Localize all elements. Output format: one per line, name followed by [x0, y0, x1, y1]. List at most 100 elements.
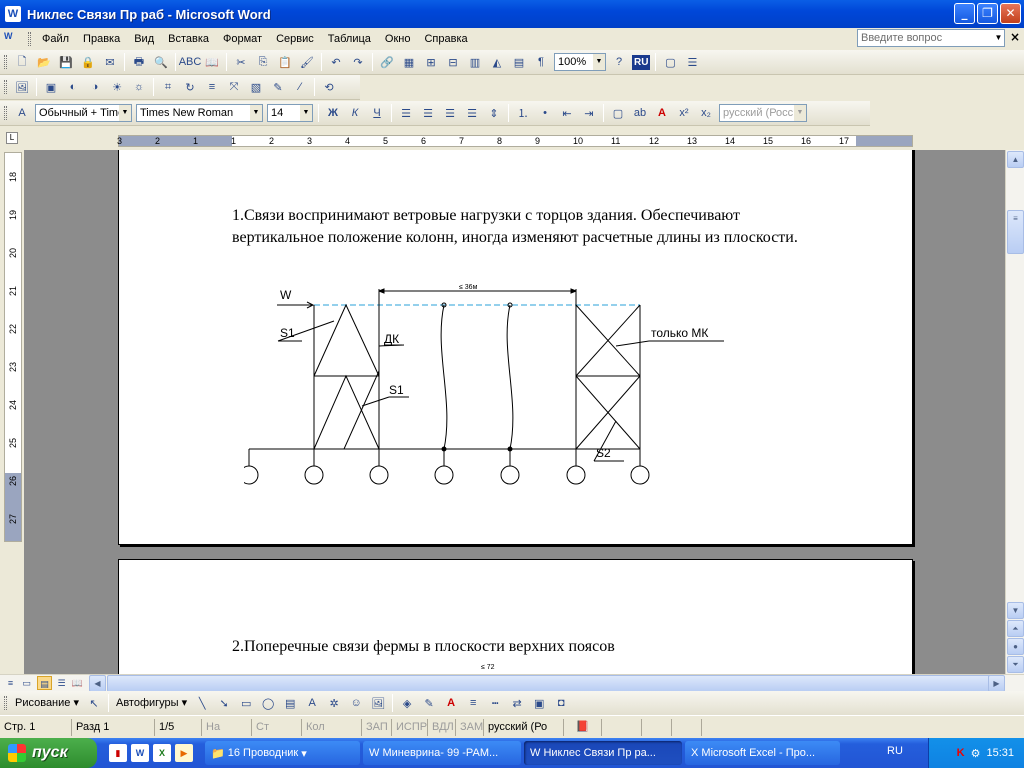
browse-object-icon[interactable]: ●: [1007, 638, 1024, 655]
language-indicator[interactable]: RU: [887, 745, 903, 757]
menu-window[interactable]: Окно: [378, 28, 418, 50]
subscript-icon[interactable]: x₂: [697, 104, 715, 122]
menu-insert[interactable]: Вставка: [161, 28, 216, 50]
insert-table-icon[interactable]: ⊞: [422, 53, 440, 71]
styles-pane-icon[interactable]: A: [13, 104, 31, 122]
crop-icon[interactable]: ⌗: [159, 78, 177, 96]
oval-icon[interactable]: ◯: [259, 694, 277, 712]
insert-picture-icon[interactable]: 🖼: [369, 694, 387, 712]
image-control-icon[interactable]: ▣: [42, 78, 60, 96]
line-style-icon[interactable]: ≡: [203, 78, 221, 96]
permission-icon[interactable]: 🔒: [79, 53, 97, 71]
bold-icon[interactable]: Ж: [324, 104, 342, 122]
status-ovr[interactable]: ЗАМ: [456, 718, 484, 736]
print-preview-icon[interactable]: 🔍: [152, 53, 170, 71]
font-color-icon[interactable]: A: [653, 104, 671, 122]
page-1[interactable]: 1.Связи воспринимают ветровые нагрузки с…: [118, 150, 913, 545]
scroll-thumb[interactable]: ≡: [1007, 210, 1024, 254]
decrease-indent-icon[interactable]: ⇤: [558, 104, 576, 122]
bracing-diagram[interactable]: W S1 ДК S1 ≤ 36м только МК S2: [244, 281, 764, 521]
grip-handle[interactable]: [4, 55, 7, 69]
task-excel[interactable]: X Microsoft Excel - Про...: [685, 741, 840, 765]
task-nikles[interactable]: W Никлес Связи Пр ра...: [524, 741, 682, 765]
outside-border-icon[interactable]: ▢: [609, 104, 627, 122]
cut-icon[interactable]: ✂: [232, 53, 250, 71]
superscript-icon[interactable]: x²: [675, 104, 693, 122]
paragraph-2[interactable]: 2.Поперечные связи фермы в плоскости вер…: [232, 636, 832, 658]
align-left-icon[interactable]: ☰: [397, 104, 415, 122]
zoom-select[interactable]: 100% ▼: [554, 53, 606, 71]
help-icon[interactable]: ?: [610, 53, 628, 71]
doc-icon[interactable]: W: [4, 31, 22, 47]
close-button[interactable]: ✕: [1000, 3, 1021, 24]
antivirus-icon[interactable]: K: [957, 747, 965, 759]
email-icon[interactable]: ✉: [101, 53, 119, 71]
format-picture-icon[interactable]: ✎: [269, 78, 287, 96]
font-select[interactable]: Times New Roman ▼: [136, 104, 263, 122]
ask-question-input[interactable]: Введите вопрос: [857, 29, 1005, 47]
reset-picture-icon[interactable]: ⟲: [320, 78, 338, 96]
new-document-icon[interactable]: 🗋: [13, 53, 31, 71]
hscroll-thumb[interactable]: [107, 675, 997, 692]
menu-file[interactable]: Файл: [35, 28, 76, 50]
grip-handle[interactable]: [28, 32, 31, 46]
borders-icon[interactable]: ▢: [661, 53, 679, 71]
quicklaunch-word-icon[interactable]: W: [131, 744, 149, 762]
status-language[interactable]: русский (Ро: [484, 718, 564, 736]
save-icon[interactable]: 💾: [57, 53, 75, 71]
clipart-icon[interactable]: ☺: [347, 694, 365, 712]
quicklaunch-media-icon[interactable]: ▶: [175, 744, 193, 762]
line-color-icon[interactable]: ✎: [420, 694, 438, 712]
hyperlink-icon[interactable]: 🔗: [378, 53, 396, 71]
rotate-icon[interactable]: ↻: [181, 78, 199, 96]
grip-handle[interactable]: [4, 696, 7, 710]
spelling-status-icon[interactable]: 📕: [564, 718, 602, 736]
increase-indent-icon[interactable]: ⇥: [580, 104, 598, 122]
line-icon[interactable]: ╲: [193, 694, 211, 712]
vertical-scrollbar[interactable]: ▲ ≡ ▼ ⏶ ● ⏷: [1005, 150, 1024, 674]
print-view-icon[interactable]: ▤: [37, 676, 52, 690]
rectangle-icon[interactable]: ▭: [237, 694, 255, 712]
set-transparent-icon[interactable]: ⁄: [291, 78, 309, 96]
show-hide-icon[interactable]: ¶: [532, 53, 550, 71]
insert-excel-icon[interactable]: ⊟: [444, 53, 462, 71]
font-size-select[interactable]: 14 ▼: [267, 104, 313, 122]
document-area[interactable]: 1.Связи воспринимают ветровые нагрузки с…: [24, 150, 1005, 674]
text-wrap-icon[interactable]: ▧: [247, 78, 265, 96]
columns-icon[interactable]: ▥: [466, 53, 484, 71]
chevron-down-icon[interactable]: ▼: [300, 105, 312, 121]
language-select[interactable]: русский (Росс ▼: [719, 104, 807, 122]
horizontal-scrollbar[interactable]: ≡ ▭ ▤ ☰ 📖 ◀ ▶: [0, 674, 1024, 692]
chevron-down-icon[interactable]: ▼: [794, 105, 806, 121]
wordart-icon[interactable]: A: [303, 694, 321, 712]
arrow-icon[interactable]: ➘: [215, 694, 233, 712]
autoshapes-menu[interactable]: Автофигуры ▾: [112, 692, 191, 714]
scroll-up-icon[interactable]: ▲: [1007, 151, 1024, 168]
shadow-icon[interactable]: ▣: [530, 694, 548, 712]
textbox-icon[interactable]: ▤: [281, 694, 299, 712]
numbering-icon[interactable]: ⒈: [514, 104, 532, 122]
minimize-button[interactable]: _: [954, 3, 975, 24]
more-brightness-icon[interactable]: ☀: [108, 78, 126, 96]
spelling-icon[interactable]: ABC: [179, 53, 202, 71]
doc-close-icon[interactable]: ×: [1010, 30, 1020, 44]
paragraph-1[interactable]: 1.Связи воспринимают ветровые нагрузки с…: [232, 205, 832, 249]
scroll-left-icon[interactable]: ◀: [89, 675, 106, 692]
less-contrast-icon[interactable]: ◑: [86, 78, 104, 96]
menu-help[interactable]: Справка: [417, 28, 474, 50]
normal-view-icon[interactable]: ≡: [3, 676, 18, 690]
draw-menu[interactable]: Рисование ▾: [11, 692, 83, 714]
underline-icon[interactable]: Ч: [368, 104, 386, 122]
align-right-icon[interactable]: ☰: [441, 104, 459, 122]
document-map-icon[interactable]: ▤: [510, 53, 528, 71]
grip-handle[interactable]: [4, 80, 7, 94]
task-explorer[interactable]: 📁 16 Проводник ▾: [205, 741, 360, 765]
line-spacing-icon[interactable]: ⇕: [485, 104, 503, 122]
grip-handle[interactable]: [4, 106, 7, 120]
scroll-right-icon[interactable]: ▶: [988, 675, 1005, 692]
dash-style-icon[interactable]: ┅: [486, 694, 504, 712]
status-ext[interactable]: ВДЛ: [428, 718, 456, 736]
status-trk[interactable]: ИСПР: [392, 718, 428, 736]
line-style-icon[interactable]: ≡: [464, 694, 482, 712]
open-icon[interactable]: 📂: [35, 53, 53, 71]
